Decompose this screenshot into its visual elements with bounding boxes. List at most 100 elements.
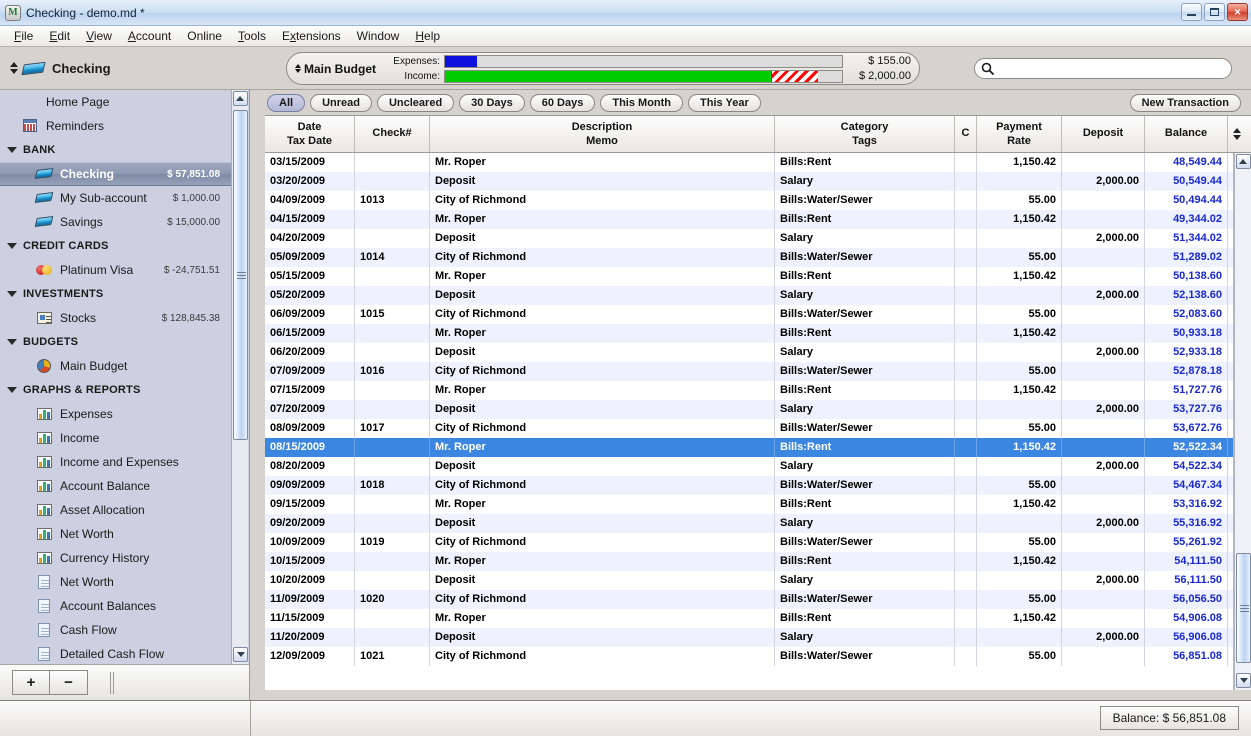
sidebar-group-bank[interactable]: BANK (0, 138, 232, 162)
search-box[interactable] (974, 58, 1232, 79)
column-header-category[interactable]: Category Tags (775, 116, 955, 152)
bank-account-icon (34, 166, 54, 182)
table-row[interactable]: 05/15/2009 Mr. Roper Bills:Rent 1,150.42 50,… (265, 267, 1233, 286)
menu-file[interactable]: File (6, 27, 41, 45)
sidebar-resize-grip[interactable] (110, 671, 114, 694)
menu-account[interactable]: Account (120, 27, 179, 45)
table-scroll-down-icon[interactable] (1236, 673, 1251, 688)
column-header-date[interactable]: Date Tax Date (265, 116, 355, 152)
new-transaction-button[interactable]: New Transaction (1129, 94, 1241, 112)
sidebar-item-net-worth[interactable]: Net Worth (0, 570, 232, 594)
sidebar-item-platinum-visa[interactable]: Platinum Visa $ -24,751.51 (0, 258, 232, 282)
table-row[interactable]: 09/20/2009 Deposit Salary 2,000.00 55,316.92 (265, 514, 1233, 533)
sidebar-item-income[interactable]: Income (0, 426, 232, 450)
search-input[interactable] (998, 62, 1213, 75)
menu-view[interactable]: View (78, 27, 120, 45)
column-header-balance[interactable]: Balance (1145, 116, 1228, 152)
budget-summary-widget[interactable]: Main Budget Expenses: $ 155.00 Income: $… (286, 52, 920, 85)
sidebar-item-detailed-cash-flow[interactable]: Detailed Cash Flow (0, 642, 232, 664)
table-scroll-up-icon[interactable] (1235, 154, 1251, 169)
table-row[interactable]: 09/15/2009 Mr. Roper Bills:Rent 1,150.42 53,… (265, 495, 1233, 514)
column-header-payment[interactable]: Payment Rate (977, 116, 1062, 152)
filter-tab-this-month[interactable]: This Month (600, 93, 684, 112)
sidebar-scrollbar[interactable] (231, 90, 248, 664)
remove-account-button[interactable]: − (50, 670, 88, 695)
table-row[interactable]: 08/09/2009 1017 City of Richmond Bills:Wate… (265, 419, 1233, 438)
sidebar-scroll-up-icon[interactable] (232, 91, 248, 106)
menu-extensions[interactable]: Extensions (274, 27, 349, 45)
filter-tab-unread[interactable]: Unread (310, 93, 372, 112)
table-row[interactable]: 05/09/2009 1014 City of Richmond Bills:Wate… (265, 248, 1233, 267)
sidebar-item-my-sub-account[interactable]: My Sub-account $ 1,000.00 (0, 186, 232, 210)
table-row[interactable]: 10/15/2009 Mr. Roper Bills:Rent 1,150.42 54,… (265, 552, 1233, 571)
sidebar-item-home-page[interactable]: Home Page (0, 90, 232, 114)
filter-tab-uncleared[interactable]: Uncleared (376, 93, 455, 112)
cell-description: Mr. Roper (430, 381, 775, 400)
sidebar-scroll-down-icon[interactable] (233, 647, 248, 662)
table-scrollbar[interactable] (1234, 153, 1251, 690)
sidebar-scroll-thumb[interactable] (233, 110, 248, 440)
table-row[interactable]: 07/15/2009 Mr. Roper Bills:Rent 1,150.42 51,… (265, 381, 1233, 400)
sidebar-group-investments[interactable]: INVESTMENTS (0, 282, 232, 306)
sidebar-item-savings[interactable]: Savings $ 15,000.00 (0, 210, 232, 234)
sidebar-group-graphs-reports[interactable]: GRAPHS & REPORTS (0, 378, 232, 402)
menu-tools[interactable]: Tools (230, 27, 274, 45)
table-row[interactable]: 06/20/2009 Deposit Salary 2,000.00 52,933.18 (265, 343, 1233, 362)
column-header-c[interactable]: C (955, 116, 977, 152)
menu-window[interactable]: Window (349, 27, 408, 45)
table-row[interactable]: 11/09/2009 1020 City of Richmond Bills:Wate… (265, 590, 1233, 609)
table-row[interactable]: 04/09/2009 1013 City of Richmond Bills:Wate… (265, 191, 1233, 210)
table-row[interactable]: 08/20/2009 Deposit Salary 2,000.00 54,522.34 (265, 457, 1233, 476)
column-sort-spinner-icon[interactable] (1228, 116, 1245, 152)
table-scroll-thumb[interactable] (1236, 553, 1251, 663)
table-row[interactable]: 04/20/2009 Deposit Salary 2,000.00 51,344.02 (265, 229, 1233, 248)
sidebar-item-asset-allocation[interactable]: Asset Allocation (0, 498, 232, 522)
maximize-icon[interactable] (1204, 3, 1225, 21)
table-row[interactable]: 12/09/2009 1021 City of Richmond Bills:Wate… (265, 647, 1233, 666)
sidebar-item-expenses[interactable]: Expenses (0, 402, 232, 426)
table-row[interactable]: 10/20/2009 Deposit Salary 2,000.00 56,111.50 (265, 571, 1233, 590)
close-icon[interactable]: ✕ (1227, 3, 1248, 21)
column-header-description[interactable]: Description Memo (430, 116, 775, 152)
table-row[interactable]: 09/09/2009 1018 City of Richmond Bills:Wate… (265, 476, 1233, 495)
table-row[interactable]: 06/09/2009 1015 City of Richmond Bills:Wate… (265, 305, 1233, 324)
sidebar-item-cash-flow[interactable]: Cash Flow (0, 618, 232, 642)
table-row[interactable]: 11/20/2009 Deposit Salary 2,000.00 56,906.08 (265, 628, 1233, 647)
sidebar-group-budgets[interactable]: BUDGETS (0, 330, 232, 354)
sidebar-item-stocks[interactable]: Stocks $ 128,845.38 (0, 306, 232, 330)
budget-selector[interactable]: Main Budget (295, 62, 376, 76)
menu-edit[interactable]: Edit (41, 27, 78, 45)
sidebar-item-account-balance[interactable]: Account Balance (0, 474, 232, 498)
table-row[interactable]: 06/15/2009 Mr. Roper Bills:Rent 1,150.42 50,… (265, 324, 1233, 343)
filter-tab-60-days[interactable]: 60 Days (529, 93, 596, 112)
column-header-deposit[interactable]: Deposit (1062, 116, 1145, 152)
sidebar-item-income-and-expenses[interactable]: Income and Expenses (0, 450, 232, 474)
column-header-line1: C (961, 127, 970, 139)
account-selector-spinner-icon[interactable] (9, 62, 18, 74)
sidebar-item-reminders[interactable]: Reminders (0, 114, 232, 138)
sidebar-item-net-worth[interactable]: Net Worth (0, 522, 232, 546)
sidebar-group-credit-cards[interactable]: CREDIT CARDS (0, 234, 232, 258)
table-row[interactable]: 10/09/2009 1019 City of Richmond Bills:Wate… (265, 533, 1233, 552)
sidebar-item-account-balances[interactable]: Account Balances (0, 594, 232, 618)
add-account-button[interactable]: + (12, 670, 50, 695)
table-row[interactable]: 07/09/2009 1016 City of Richmond Bills:Wate… (265, 362, 1233, 381)
table-row[interactable]: 03/15/2009 Mr. Roper Bills:Rent 1,150.42 48,… (265, 153, 1233, 172)
filter-tab-30-days[interactable]: 30 Days (459, 93, 525, 112)
filter-tab-all[interactable]: All (267, 93, 306, 112)
sidebar-item-currency-history[interactable]: Currency History (0, 546, 232, 570)
sidebar-item-checking[interactable]: Checking $ 57,851.08 (0, 162, 232, 186)
menu-help[interactable]: Help (407, 27, 448, 45)
table-row[interactable]: 07/20/2009 Deposit Salary 2,000.00 53,727.76 (265, 400, 1233, 419)
menu-online[interactable]: Online (179, 27, 230, 45)
table-row[interactable]: 05/20/2009 Deposit Salary 2,000.00 52,138.60 (265, 286, 1233, 305)
column-header-check-[interactable]: Check# (355, 116, 430, 152)
minimize-icon[interactable] (1181, 3, 1202, 21)
chevron-down-icon (7, 387, 17, 393)
table-row[interactable]: 11/15/2009 Mr. Roper Bills:Rent 1,150.42 54,… (265, 609, 1233, 628)
filter-tab-this-year[interactable]: This Year (688, 93, 761, 112)
table-row[interactable]: 03/20/2009 Deposit Salary 2,000.00 50,549.44 (265, 172, 1233, 191)
table-row[interactable]: 08/15/2009 Mr. Roper Bills:Rent 1,150.42 52,… (265, 438, 1233, 457)
table-row[interactable]: 04/15/2009 Mr. Roper Bills:Rent 1,150.42 49,… (265, 210, 1233, 229)
sidebar-item-main-budget[interactable]: Main Budget (0, 354, 232, 378)
